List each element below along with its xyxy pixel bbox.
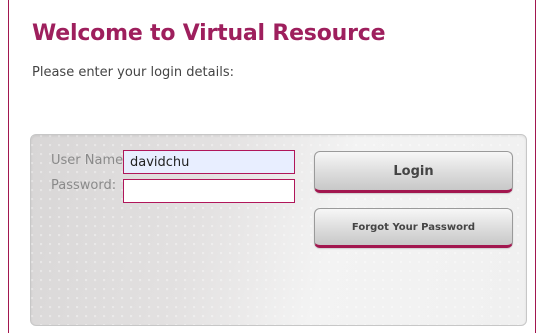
password-input[interactable]	[123, 179, 295, 203]
forgot-password-button[interactable]: Forgot Your Password	[314, 208, 513, 248]
login-instructions: Please enter your login details:	[32, 65, 234, 80]
username-label: User Name:	[51, 153, 128, 168]
login-button[interactable]: Login	[314, 151, 513, 193]
password-label: Password:	[51, 178, 117, 193]
login-panel: User Name: Password: Login Forgot Your P…	[30, 134, 527, 326]
page-title: Welcome to Virtual Resource	[32, 21, 386, 46]
username-input[interactable]	[123, 150, 295, 174]
content-frame: Welcome to Virtual Resource Please enter…	[8, 0, 536, 333]
